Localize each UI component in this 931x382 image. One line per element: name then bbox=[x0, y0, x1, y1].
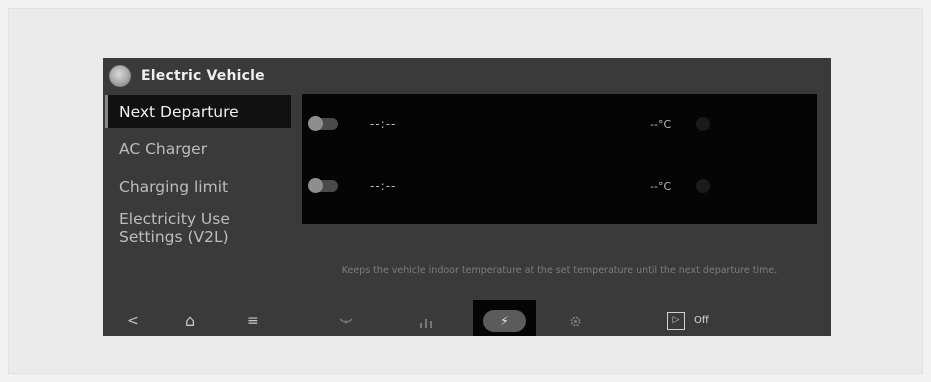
sidebar-item-charging-limit[interactable]: Charging limit bbox=[103, 168, 293, 206]
play-icon: ▷ bbox=[672, 315, 680, 325]
sidebar-menu: Next Departure AC Charger Charging limit… bbox=[103, 95, 293, 260]
schedule-2-time: --:-- bbox=[370, 179, 397, 193]
gear-icon bbox=[570, 316, 581, 327]
climate-icon bbox=[696, 117, 710, 131]
home-button[interactable]: ⌂ bbox=[185, 306, 195, 336]
back-button[interactable]: < bbox=[127, 306, 139, 336]
sidebar-item-ac-charger[interactable]: AC Charger bbox=[103, 130, 293, 168]
schedule-1-temp: --°C bbox=[650, 117, 672, 131]
sidebar-item-electricity-use-settings[interactable]: Electricity Use Settings (V2L) bbox=[103, 206, 293, 260]
ev-button[interactable]: ⚡ bbox=[483, 310, 526, 332]
sidebar-item-next-departure[interactable]: Next Departure bbox=[105, 95, 291, 128]
stats-button[interactable] bbox=[419, 306, 433, 336]
bottom-navbar: < ⌂ ≡ ⚡ ▷ Off bbox=[103, 300, 831, 336]
fan-icon bbox=[339, 317, 353, 323]
climate-icon bbox=[696, 179, 710, 193]
ev-plug-icon: ⚡ bbox=[500, 314, 509, 328]
schedule-2-toggle[interactable] bbox=[308, 178, 338, 193]
sidebar-item-label: Next Departure bbox=[119, 102, 239, 121]
schedule-row-2[interactable]: --:-- --°C bbox=[302, 166, 817, 206]
schedule-1-toggle[interactable] bbox=[308, 116, 338, 131]
app-header: Electric Vehicle bbox=[109, 64, 265, 88]
fan-button[interactable] bbox=[339, 306, 353, 336]
sidebar-item-label: Charging limit bbox=[119, 178, 229, 196]
schedule-2-temp: --°C bbox=[650, 179, 672, 193]
infotainment-screen: Electric Vehicle Next Departure AC Charg… bbox=[103, 58, 831, 336]
schedule-row-1[interactable]: --:-- --°C bbox=[302, 104, 817, 144]
bar-chart-icon bbox=[420, 318, 432, 328]
sidebar-item-label-line1: Electricity Use bbox=[119, 210, 230, 228]
app-title: Electric Vehicle bbox=[141, 68, 265, 84]
media-status: Off bbox=[694, 315, 709, 326]
description-text: Keeps the vehicle indoor temperature at … bbox=[341, 265, 778, 276]
media-play-button[interactable]: ▷ bbox=[667, 312, 685, 330]
sidebar-item-label-line2: Settings (V2L) bbox=[119, 228, 229, 246]
sidebar-item-label: AC Charger bbox=[119, 140, 208, 158]
departure-schedule-panel: --:-- --°C --:-- --°C bbox=[302, 94, 817, 224]
schedule-1-time: --:-- bbox=[370, 117, 397, 131]
ev-app-icon bbox=[109, 65, 131, 87]
menu-button[interactable]: ≡ bbox=[247, 306, 259, 336]
settings-button[interactable] bbox=[569, 306, 582, 336]
sidebar-item-label: Electricity Use Settings (V2L) bbox=[119, 210, 230, 246]
